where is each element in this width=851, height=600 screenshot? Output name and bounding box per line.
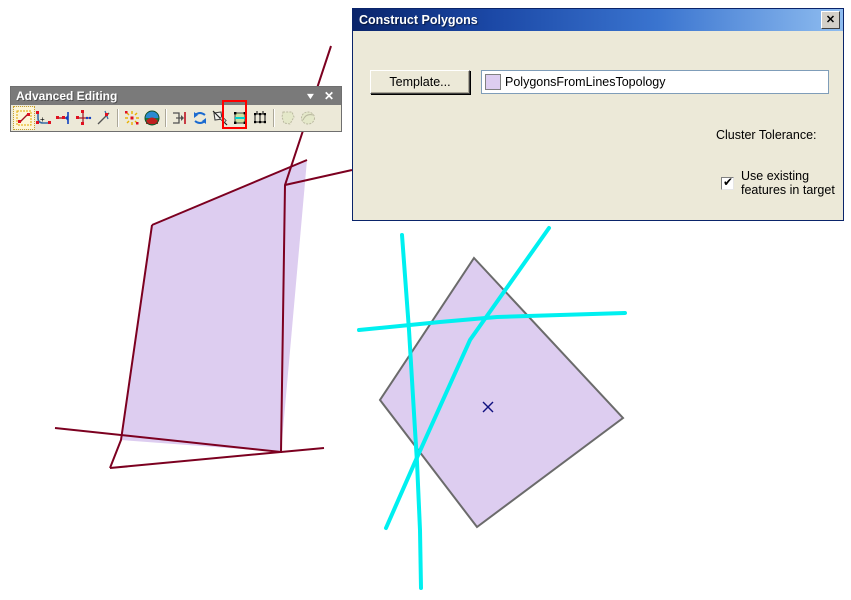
toolbar-button-flip[interactable] <box>190 107 210 129</box>
toolbar-button-proportion[interactable] <box>250 107 270 129</box>
dialog-close-icon[interactable]: ✕ <box>821 11 840 29</box>
proportion-icon <box>254 111 266 124</box>
toolbar-button-strip: + <box>11 105 341 131</box>
generalize-globe-icon <box>144 110 160 126</box>
toolbar-button-generalize[interactable] <box>142 107 162 129</box>
toolbar-button-line-intersection[interactable] <box>94 107 114 129</box>
toolbar-close-icon[interactable]: ✕ <box>324 90 334 102</box>
toolbar-button-clip <box>278 107 298 129</box>
advanced-editing-toolbar[interactable]: Advanced Editing ▼ ✕ + <box>10 86 342 132</box>
line-intersection-icon <box>97 110 110 125</box>
mirror-features-icon <box>234 112 246 124</box>
toolbar-button-mirror-features[interactable] <box>230 107 250 129</box>
buffer-icon <box>301 111 315 125</box>
explode-multipart-icon <box>125 111 139 125</box>
svg-text:+: + <box>40 115 45 124</box>
fillet-tool-icon: + <box>36 111 51 124</box>
clip-icon <box>281 111 295 125</box>
toolbar-button-construct-polygons[interactable] <box>210 107 230 129</box>
toolbar-options-chevron-down-icon[interactable]: ▼ <box>305 91 317 101</box>
toolbar-button-trim-tool[interactable] <box>74 107 94 129</box>
dialog-title: Construct Polygons <box>359 13 478 27</box>
construct-polygons-icon <box>212 110 228 126</box>
use-existing-features-checkbox[interactable]: ✔ <box>721 174 734 190</box>
toolbar-button-edit-tool[interactable] <box>13 106 35 130</box>
use-existing-features-row[interactable]: ✔ Use existing features in target <box>721 169 843 197</box>
toolbar-button-buffer <box>298 107 318 129</box>
template-field[interactable]: PolygonsFromLinesTopology <box>481 70 829 94</box>
copy-parallel-icon <box>173 112 186 124</box>
toolbar-separator <box>273 109 275 127</box>
use-existing-features-label: Use existing features in target <box>741 169 835 197</box>
toolbar-button-explode-multipart[interactable] <box>122 107 142 129</box>
toolbar-separator <box>165 109 167 127</box>
cluster-tolerance-label: Cluster Tolerance: <box>716 128 817 142</box>
toolbar-button-copy-parallel[interactable] <box>170 107 190 129</box>
flip-icon <box>194 112 206 124</box>
toolbar-title: Advanced Editing <box>16 89 118 103</box>
template-field-value: PolygonsFromLinesTopology <box>505 75 666 89</box>
checkmark-icon: ✔ <box>723 174 734 189</box>
toolbar-button-extend-tool[interactable] <box>54 107 74 129</box>
construct-polygons-dialog[interactable]: Construct Polygons ✕ Template... Polygon… <box>352 8 844 221</box>
dialog-titlebar[interactable]: Construct Polygons ✕ <box>353 9 843 31</box>
left-polygon[interactable] <box>121 160 307 452</box>
toolbar-separator <box>117 109 119 127</box>
toolbar-titlebar[interactable]: Advanced Editing ▼ ✕ <box>11 87 341 105</box>
template-swatch-icon <box>485 74 501 90</box>
extend-tool-icon <box>56 112 69 124</box>
toolbar-button-fillet-tool[interactable]: + <box>34 107 54 129</box>
dialog-body: Template... PolygonsFromLinesTopology Cl… <box>353 31 843 221</box>
trim-tool-icon <box>76 110 92 125</box>
edit-tool-icon <box>16 110 32 126</box>
template-button[interactable]: Template... <box>370 70 470 94</box>
screenshot-root: Advanced Editing ▼ ✕ + Construct Polygon… <box>0 0 851 600</box>
